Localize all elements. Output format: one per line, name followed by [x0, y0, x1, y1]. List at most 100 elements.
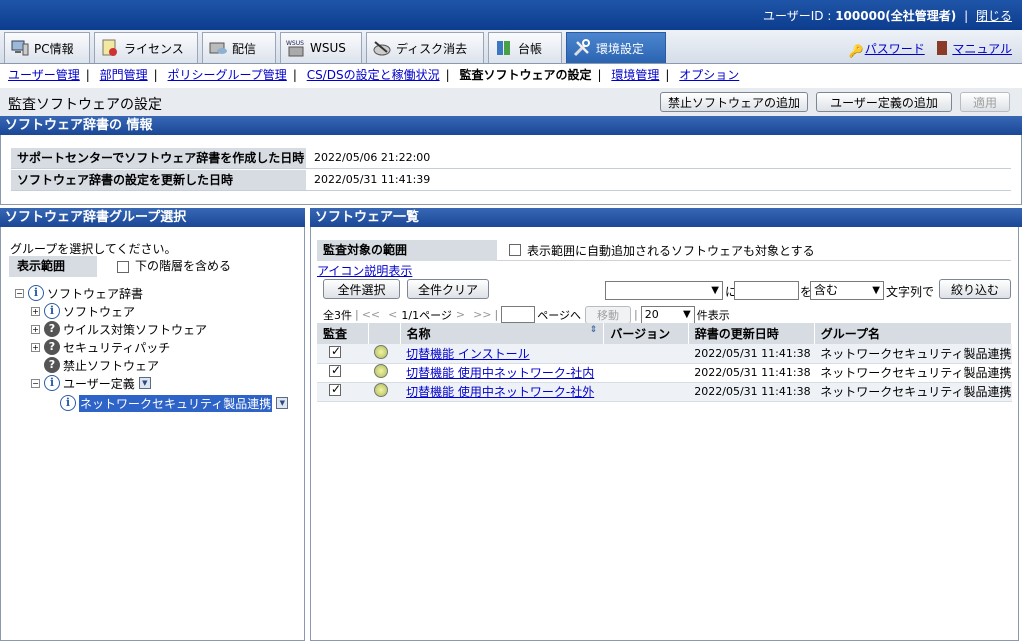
- software-name-link[interactable]: 切替機能 使用中ネットワーク-社内: [406, 366, 594, 380]
- software-group: ネットワークセキュリティ製品連携: [814, 382, 1012, 402]
- pc-icon: [11, 40, 29, 56]
- top-bar: ユーザーID : 100000(全社管理者) | 閉じる: [0, 0, 1022, 30]
- col-name[interactable]: 名称 ⇕: [400, 323, 605, 344]
- software-icon: [374, 344, 389, 359]
- filter-button[interactable]: 絞り込む: [939, 279, 1011, 299]
- first-page-button[interactable]: <<: [362, 308, 380, 321]
- tree-node-user-defined[interactable]: − i ユーザー定義 ▼: [31, 374, 151, 392]
- tab-pc-info[interactable]: PC情報: [4, 32, 90, 63]
- info-label: ソフトウェア辞書の設定を更新した日時: [11, 170, 306, 190]
- dictionary-info-box: サポートセンターでソフトウェア辞書を作成した日時 2022/05/06 21:2…: [0, 135, 1022, 205]
- subnav-user-management[interactable]: ユーザー管理: [8, 68, 80, 82]
- group-select-header: ソフトウェア辞書グループ選択: [0, 208, 305, 227]
- subnav-environment-management[interactable]: 環境管理: [611, 68, 659, 82]
- book-icon: [936, 41, 947, 55]
- expand-icon[interactable]: +: [31, 324, 40, 334]
- filter-text-input[interactable]: [734, 281, 799, 300]
- tree-node-software[interactable]: + i ソフトウェア: [31, 302, 135, 320]
- next-page-button[interactable]: >: [456, 308, 465, 321]
- chevron-down-icon: ▼: [711, 285, 719, 296]
- tab-ledger[interactable]: 台帳: [488, 32, 562, 63]
- software-name-link[interactable]: 切替機能 インストール: [406, 347, 530, 361]
- tab-disk-erase[interactable]: ディスク消去: [366, 32, 484, 63]
- scope-label: 表示範囲: [17, 259, 66, 273]
- page-number-input[interactable]: [501, 306, 536, 323]
- tree-label-selected: ネットワークセキュリティ製品連携: [79, 394, 273, 412]
- tab-license[interactable]: ライセンス: [94, 32, 198, 63]
- sub-navigation: ユーザー管理 | 部門管理 | ポリシーグループ管理 | CS/DSの設定と稼働状況 |…: [0, 64, 1022, 88]
- subnav-department-management[interactable]: 部門管理: [100, 68, 148, 82]
- table-row: 切替機能 使用中ネットワーク-社内 2022/05/31 11:41:38 ネッ…: [317, 363, 1012, 383]
- tab-label: ディスク消去: [396, 41, 468, 56]
- include-subgroups-checkbox[interactable]: [117, 260, 129, 273]
- software-table: 監査 名称 ⇕ バージョン 辞書の更新日時 グループ名 切替機能 インストール 2…: [317, 323, 1013, 402]
- expand-icon[interactable]: +: [31, 342, 40, 352]
- menu-dropdown-icon[interactable]: ▼: [138, 377, 151, 389]
- select-all-button[interactable]: 全件選択: [323, 279, 400, 299]
- add-forbidden-software-button[interactable]: 禁止ソフトウェアの追加: [660, 92, 808, 112]
- close-link[interactable]: 閉じる: [976, 9, 1012, 23]
- col-version[interactable]: バージョン: [603, 323, 689, 344]
- collapse-icon[interactable]: −: [31, 378, 40, 388]
- password-link[interactable]: パスワード: [865, 42, 925, 56]
- manual-link[interactable]: マニュアル: [952, 42, 1012, 56]
- audit-checkbox[interactable]: [329, 363, 341, 377]
- software-name-link[interactable]: 切替機能 使用中ネットワーク-社外: [406, 385, 594, 399]
- move-button[interactable]: 移動: [585, 305, 632, 324]
- tab-label: 台帳: [518, 41, 543, 56]
- software-updated: 2022/05/31 11:41:38: [688, 363, 815, 383]
- filter-condition-value: 含む: [814, 283, 839, 297]
- collapse-icon[interactable]: −: [15, 288, 24, 298]
- tab-label: WSUS: [310, 41, 346, 55]
- tree-label: ウイルス対策ソフトウェア: [63, 322, 208, 337]
- tab-distribution[interactable]: 配信: [202, 32, 276, 63]
- software-version: [603, 363, 689, 383]
- page-header: 監査ソフトウェアの設定 禁止ソフトウェアの追加 ユーザー定義の追加 適用: [0, 88, 1022, 116]
- col-updated[interactable]: 辞書の更新日時: [688, 323, 815, 344]
- col-group[interactable]: グループ名: [814, 323, 1013, 344]
- tree-node-network-security[interactable]: i ネットワークセキュリティ製品連携 ▼: [60, 394, 289, 412]
- info-value: 2022/05/31 11:41:39: [314, 173, 431, 186]
- sort-icon[interactable]: ⇕: [590, 325, 598, 335]
- per-page-select[interactable]: 20 ▼: [640, 305, 695, 324]
- filter-column-select[interactable]: ▼: [605, 281, 723, 300]
- tree-node-forbidden[interactable]: ? 禁止ソフトウェア: [44, 356, 159, 374]
- key-icon: 🔑: [848, 44, 864, 58]
- license-icon: [102, 39, 117, 56]
- filter-suffix-label: 文字列で: [886, 285, 935, 299]
- tab-wsus[interactable]: WSUS WSUS: [280, 32, 362, 63]
- question-icon: ?: [44, 321, 60, 337]
- scope-row: 表示範囲 下の階層を含める: [9, 256, 299, 277]
- tree-node-security-patch[interactable]: + ? セキュリティパッチ: [31, 338, 170, 356]
- software-version: [603, 344, 689, 364]
- expand-icon[interactable]: +: [31, 306, 40, 316]
- disk-erase-icon: [373, 41, 391, 56]
- audit-scope-row: 表示範囲に自動追加されるソフトウェアも対象とする: [497, 240, 1011, 261]
- subnav-policy-group[interactable]: ポリシーグループ管理: [168, 68, 287, 82]
- col-audit[interactable]: 監査: [317, 323, 369, 344]
- tree-node-antivirus[interactable]: + ? ウイルス対策ソフトウェア: [31, 320, 207, 338]
- auto-add-label: 表示範囲に自動追加されるソフトウェアも対象とする: [527, 243, 815, 258]
- software-updated: 2022/05/31 11:41:38: [688, 344, 815, 364]
- filter-condition-select[interactable]: 含む ▼: [810, 281, 884, 300]
- subnav-cs-ds-settings[interactable]: CS/DSの設定と稼働状況: [307, 68, 440, 82]
- info-icon: i: [28, 285, 44, 301]
- tree-label: セキュリティパッチ: [63, 340, 171, 355]
- software-group: ネットワークセキュリティ製品連携: [814, 344, 1012, 364]
- subnav-options[interactable]: オプション: [679, 68, 739, 82]
- icon-legend-link[interactable]: アイコン説明表示: [317, 262, 412, 279]
- audit-checkbox[interactable]: [329, 344, 341, 358]
- tree-node-root[interactable]: − i ソフトウェア辞書: [15, 284, 143, 302]
- add-user-definition-button[interactable]: ユーザー定義の追加: [816, 92, 952, 112]
- audit-checkbox[interactable]: [329, 382, 341, 396]
- menu-dropdown-icon[interactable]: ▼: [276, 397, 289, 409]
- clear-all-button[interactable]: 全件クリア: [407, 279, 489, 299]
- user-id-value: 100000(全社管理者): [835, 9, 957, 23]
- col-name-label: 名称: [406, 327, 431, 341]
- apply-button[interactable]: 適用: [960, 92, 1010, 112]
- last-page-button[interactable]: >>: [473, 308, 491, 321]
- tab-settings[interactable]: 環境設定: [566, 32, 666, 63]
- software-version: [603, 382, 689, 402]
- auto-add-checkbox[interactable]: [509, 244, 521, 256]
- prev-page-button[interactable]: <: [388, 308, 397, 321]
